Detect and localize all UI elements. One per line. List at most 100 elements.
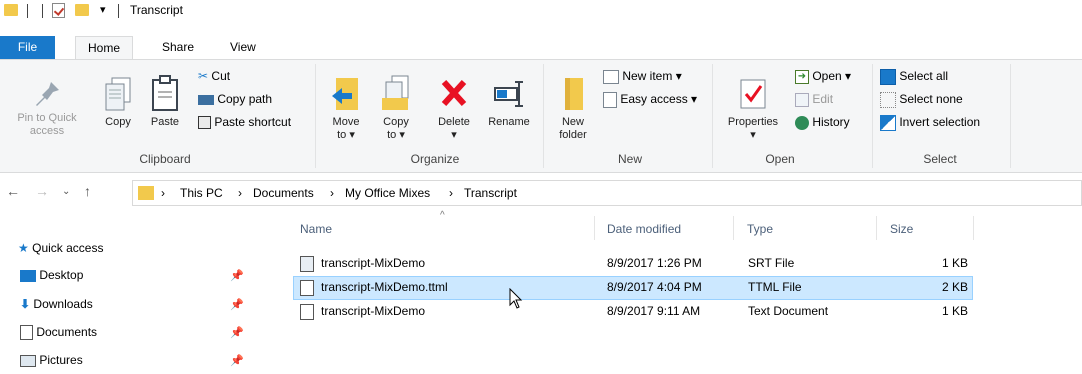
select-all-button[interactable]: Select all xyxy=(880,68,948,86)
breadcrumb-transcript[interactable]: Transcript xyxy=(464,186,517,200)
column-header-name[interactable]: Name xyxy=(300,222,332,236)
paste-shortcut-icon xyxy=(198,116,211,130)
divider xyxy=(733,216,734,240)
documents-icon xyxy=(20,325,33,341)
title-bar: ▾ Transcript xyxy=(0,0,1082,22)
divider xyxy=(27,4,28,18)
breadcrumb-this-pc[interactable]: This PC xyxy=(180,186,223,200)
nav-item-pictures[interactable]: Pictures xyxy=(20,350,83,370)
pin-label-line2: access xyxy=(29,125,65,137)
file-type: Text Document xyxy=(748,304,829,318)
breadcrumb-separator: › xyxy=(449,186,453,200)
file-size: 1 KB xyxy=(941,256,968,270)
pin-label-line1: Pin to Quick xyxy=(17,112,77,124)
edit-icon xyxy=(795,92,809,107)
file-size: 1 KB xyxy=(941,304,968,318)
sort-arrow-icon: ^ xyxy=(440,210,445,221)
pin-to-quick-access-button[interactable]: Pin to Quick access xyxy=(2,78,92,138)
column-header-size[interactable]: Size xyxy=(890,222,913,236)
up-arrow-icon[interactable]: ↑ xyxy=(84,183,91,199)
tab-share[interactable]: Share xyxy=(150,36,206,60)
pin-icon[interactable]: 📌 xyxy=(230,269,244,282)
divider xyxy=(712,64,713,168)
tab-home[interactable]: Home xyxy=(75,36,134,61)
recent-locations-chevron-icon[interactable]: ⌄ xyxy=(62,186,70,197)
select-none-label: Select none xyxy=(899,92,963,106)
nav-item-documents[interactable]: Documents xyxy=(20,322,97,342)
divider xyxy=(543,64,544,168)
rename-label: Rename xyxy=(488,116,530,128)
invert-selection-button[interactable]: Invert selection xyxy=(880,114,980,132)
breadcrumb-documents[interactable]: Documents xyxy=(253,186,314,200)
open-label: Open ▾ xyxy=(812,69,852,83)
copy-path-label: Copy path xyxy=(217,92,273,106)
new-item-button[interactable]: New item ▾ xyxy=(603,68,682,86)
star-icon: ★ xyxy=(18,241,29,255)
cut-icon: ✂ xyxy=(198,69,209,83)
divider xyxy=(118,4,119,18)
rename-button[interactable]: Rename xyxy=(483,74,535,129)
delete-button[interactable]: Delete ▾ xyxy=(428,74,480,142)
copy-button[interactable]: Copy xyxy=(98,74,138,129)
column-header-type[interactable]: Type xyxy=(747,222,773,236)
srt-file-icon xyxy=(300,256,314,272)
table-row[interactable]: transcript-MixDemo 8/9/2017 9:11 AM Text… xyxy=(293,300,973,324)
properties-label-line2: ▾ xyxy=(750,129,756,141)
invert-selection-label: Invert selection xyxy=(899,115,981,129)
delete-label-line1: Delete xyxy=(438,116,470,128)
breadcrumb-my-office-mixes[interactable]: My Office Mixes xyxy=(345,186,430,200)
nav-item-quick-access[interactable]: ★ Quick access xyxy=(18,238,103,258)
table-row[interactable]: transcript-MixDemo 8/9/2017 1:26 PM SRT … xyxy=(293,252,973,276)
history-label: History xyxy=(812,115,850,129)
nav-item-label: Documents xyxy=(36,325,98,339)
copy-path-icon xyxy=(198,94,214,105)
tab-file[interactable]: File xyxy=(0,36,55,60)
divider xyxy=(973,216,974,240)
select-none-button[interactable]: Select none xyxy=(880,91,963,109)
divider xyxy=(872,64,873,168)
downloads-icon: ⬇ xyxy=(20,297,31,311)
address-bar-row: ← → ⌄ ↑ › This PC › Documents › My Offic… xyxy=(0,176,1082,210)
history-icon xyxy=(795,115,809,130)
new-folder-button[interactable]: New folder xyxy=(550,74,596,142)
new-item-label: New item ▾ xyxy=(622,69,682,83)
copy-path-button[interactable]: Copy path xyxy=(198,91,272,109)
open-icon: ➜ xyxy=(795,69,809,84)
nav-item-downloads[interactable]: ⬇ Downloads xyxy=(20,294,93,314)
file-name: transcript-MixDemo xyxy=(321,256,426,270)
forward-arrow-icon[interactable]: → xyxy=(35,183,49,199)
table-row[interactable]: transcript-MixDemo.ttml 8/9/2017 4:04 PM… xyxy=(293,276,973,300)
cut-button[interactable]: ✂ Cut xyxy=(198,68,230,86)
tab-view[interactable]: View xyxy=(218,36,268,60)
properties-quick-icon[interactable] xyxy=(52,3,65,18)
edit-button[interactable]: Edit xyxy=(795,91,833,109)
pin-icon[interactable]: 📌 xyxy=(230,354,244,367)
properties-label-line1: Properties xyxy=(727,116,779,128)
file-date: 8/9/2017 9:11 AM xyxy=(607,304,701,318)
easy-access-button[interactable]: Easy access ▾ xyxy=(603,91,697,109)
history-button[interactable]: History xyxy=(795,114,850,132)
customize-quick-access-dropdown[interactable]: ▾ xyxy=(100,3,106,16)
properties-icon xyxy=(737,74,769,114)
cut-label: Cut xyxy=(211,69,231,83)
paste-shortcut-label: Paste shortcut xyxy=(214,115,292,129)
open-button[interactable]: ➜ Open ▾ xyxy=(795,68,851,86)
nav-item-desktop[interactable]: Desktop xyxy=(20,265,83,285)
copy-to-button[interactable]: Copy to ▾ xyxy=(375,74,417,142)
pictures-icon xyxy=(20,354,36,367)
pin-icon[interactable]: 📌 xyxy=(230,326,244,339)
window-title: Transcript xyxy=(130,3,183,17)
divider xyxy=(42,4,43,18)
paste-shortcut-button[interactable]: Paste shortcut xyxy=(198,114,291,132)
pin-icon[interactable]: 📌 xyxy=(230,298,244,311)
ribbon-tabs: File Home Share View xyxy=(0,36,1082,61)
move-to-button[interactable]: Move to ▾ xyxy=(325,74,367,142)
edit-label: Edit xyxy=(812,92,834,106)
properties-button[interactable]: Properties ▾ xyxy=(720,74,786,142)
column-header-date-modified[interactable]: Date modified xyxy=(607,222,681,236)
back-arrow-icon[interactable]: ← xyxy=(6,183,20,199)
address-bar[interactable]: › This PC › Documents › My Office Mixes … xyxy=(132,180,1082,206)
paste-button[interactable]: Paste xyxy=(145,74,185,129)
text-file-icon xyxy=(300,304,314,320)
new-folder-quick-icon[interactable] xyxy=(75,4,89,16)
